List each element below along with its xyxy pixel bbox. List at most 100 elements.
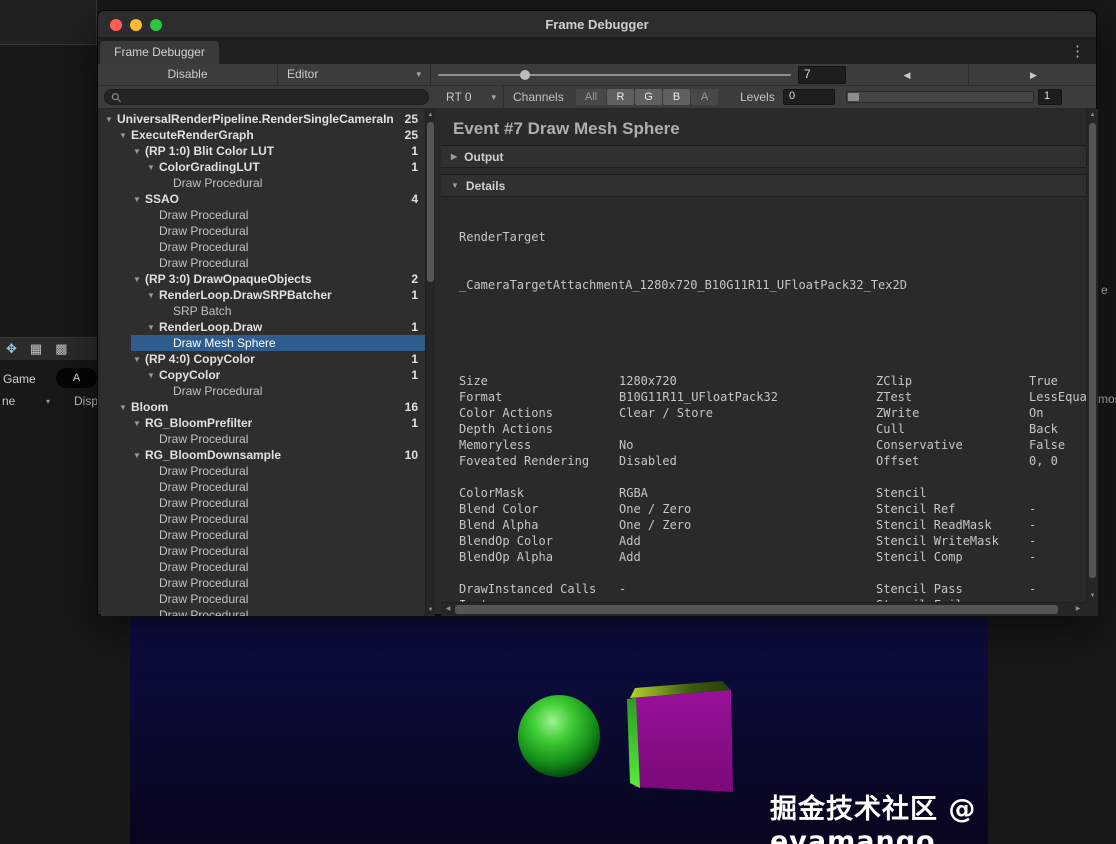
detail-label: Format: [459, 390, 503, 404]
foldout-arrow-icon[interactable]: ▼: [133, 355, 145, 364]
disable-button[interactable]: Disable: [98, 64, 278, 86]
foldout-arrow-icon[interactable]: ▼: [133, 419, 145, 428]
tab-frame-debugger[interactable]: Frame Debugger: [100, 41, 219, 64]
next-event-button[interactable]: ▶: [969, 64, 1098, 86]
foldout-arrow-icon[interactable]: ▼: [119, 131, 131, 140]
tree-row[interactable]: ▼ RenderLoop.DrawSRPBatcher 1: [101, 287, 425, 303]
tree-row[interactable]: Draw Procedural: [101, 607, 425, 616]
tree-scrollbar[interactable]: ▲ ▼: [425, 109, 435, 616]
previous-event-button[interactable]: ◀: [846, 64, 969, 86]
foldout-closed-icon[interactable]: ▶: [451, 152, 457, 161]
tree-row[interactable]: ▼ ExecuteRenderGraph 25: [101, 127, 425, 143]
tree-row[interactable]: ▼ SSAO 4: [101, 191, 425, 207]
tree-row[interactable]: Draw Procedural: [101, 255, 425, 271]
output-section-header[interactable]: ▶ Output: [441, 145, 1086, 168]
details-section-header[interactable]: ▼ Details: [441, 174, 1086, 197]
channel-button-all[interactable]: All: [576, 89, 606, 105]
tree-row[interactable]: SRP Batch: [101, 303, 425, 319]
details-scrollbar-thumb[interactable]: [1089, 123, 1096, 578]
channel-button-b[interactable]: B: [663, 89, 690, 105]
levels-min-field[interactable]: 0: [783, 89, 835, 105]
foldout-arrow-icon[interactable]: ▼: [133, 451, 145, 460]
foldout-arrow-icon[interactable]: ▼: [105, 115, 117, 124]
tree-row[interactable]: Draw Procedural: [101, 527, 425, 543]
tree-row[interactable]: ▼ UniversalRenderPipeline.RenderSingleCam…: [101, 111, 425, 127]
tree-row[interactable]: Draw Procedural: [101, 383, 425, 399]
tree-row[interactable]: ▼ CopyColor 1: [101, 367, 425, 383]
render-target-dropdown[interactable]: RT 0 ▾: [438, 86, 504, 109]
tree-row[interactable]: Draw Procedural: [101, 575, 425, 591]
watermark: 掘金技术社区 @ evamango: [770, 794, 977, 844]
foldout-arrow-icon[interactable]: ▼: [147, 163, 159, 172]
display-dropdown-fragment[interactable]: Disp: [74, 394, 98, 408]
tree-row[interactable]: Draw Procedural: [101, 495, 425, 511]
tilemap-tool-icon[interactable]: ▩: [55, 341, 67, 357]
kebab-menu-icon[interactable]: ⋮: [1070, 41, 1085, 62]
frame-number-field[interactable]: 7: [798, 66, 846, 84]
scrollbar-corner: [1086, 602, 1098, 616]
search-input[interactable]: [126, 91, 422, 103]
foldout-arrow-icon[interactable]: ▼: [133, 275, 145, 284]
details-grid: Size 1280x720 ZClip True Format B10G11R11_UFl…: [459, 373, 1086, 602]
foldout-arrow-icon[interactable]: ▼: [133, 195, 145, 204]
detail-label: Stencil Comp: [876, 550, 963, 564]
foldout-arrow-icon[interactable]: ▼: [147, 323, 159, 332]
details-horizontal-scrollbar[interactable]: ◀ ▶: [441, 602, 1086, 616]
titlebar[interactable]: Frame Debugger: [98, 11, 1096, 38]
grid-tool-icon[interactable]: ▦: [30, 341, 42, 357]
channel-button-r[interactable]: R: [607, 89, 634, 105]
aspect-badge[interactable]: A: [56, 368, 97, 388]
detail-label: BlendOp Alpha: [459, 550, 553, 564]
search-field[interactable]: [104, 89, 429, 105]
target-dropdown[interactable]: Editor ▾: [278, 64, 431, 86]
foldout-arrow-icon[interactable]: ▼: [133, 147, 145, 156]
detail-row: Color Actions Clear / Store ZWrite On: [459, 405, 1086, 421]
tree-row[interactable]: ▼ (RP 4:0) CopyColor 1: [101, 351, 425, 367]
levels-max-field[interactable]: 1: [1038, 89, 1062, 105]
tree-row[interactable]: Draw Procedural: [101, 559, 425, 575]
scroll-left-icon[interactable]: ◀: [442, 603, 454, 616]
frame-slider[interactable]: [438, 64, 795, 86]
tree-row[interactable]: ▼ Bloom 16: [101, 399, 425, 415]
channel-button-a[interactable]: A: [691, 89, 718, 105]
horizontal-scrollbar-thumb[interactable]: [455, 605, 1058, 614]
tree-row[interactable]: Draw Mesh Sphere: [101, 335, 425, 351]
tree-row-label: Draw Procedural: [159, 224, 249, 238]
foldout-arrow-icon[interactable]: ▼: [147, 291, 159, 300]
tree-row[interactable]: ▼ ColorGradingLUT 1: [101, 159, 425, 175]
tree-row[interactable]: ▼ RenderLoop.Draw 1: [101, 319, 425, 335]
tree-row[interactable]: Draw Procedural: [101, 511, 425, 527]
scroll-up-icon[interactable]: ▲: [1087, 110, 1098, 120]
tree-row[interactable]: Draw Procedural: [101, 207, 425, 223]
tree-row[interactable]: Draw Procedural: [101, 175, 425, 191]
tree-row[interactable]: Draw Procedural: [101, 239, 425, 255]
channel-button-g[interactable]: G: [635, 89, 662, 105]
details-scrollbar[interactable]: ▲ ▼: [1086, 109, 1098, 602]
scroll-down-icon[interactable]: ▼: [426, 605, 435, 615]
tree-row[interactable]: ▼ RG_BloomPrefilter 1: [101, 415, 425, 431]
foldout-arrow-icon[interactable]: ▼: [119, 403, 131, 412]
scroll-down-icon[interactable]: ▼: [1087, 591, 1098, 601]
move-tool-icon[interactable]: ✥: [6, 341, 17, 357]
tree-row[interactable]: Draw Procedural: [101, 543, 425, 559]
frame-slider-knob[interactable]: [520, 70, 530, 80]
game-tab[interactable]: Game: [3, 372, 36, 386]
foldout-arrow-icon[interactable]: ▼: [147, 371, 159, 380]
tree-row[interactable]: ▼ (RP 3:0) DrawOpaqueObjects 2: [101, 271, 425, 287]
tree-row[interactable]: ▼ (RP 1:0) Blit Color LUT 1: [101, 143, 425, 159]
tree-row[interactable]: Draw Procedural: [101, 431, 425, 447]
levels-slider[interactable]: [846, 91, 1034, 103]
tree-row[interactable]: Draw Procedural: [101, 591, 425, 607]
scene-tab-fragment[interactable]: ne: [2, 394, 15, 408]
tree-scrollbar-thumb[interactable]: [427, 122, 434, 282]
tree-row[interactable]: Draw Procedural: [101, 223, 425, 239]
scroll-right-icon[interactable]: ▶: [1072, 603, 1084, 616]
scroll-up-icon[interactable]: ▲: [426, 110, 435, 120]
frame-slider-track[interactable]: [438, 74, 791, 76]
tree-row[interactable]: Draw Procedural: [101, 463, 425, 479]
tree-row[interactable]: ▼ RG_BloomDownsample 10: [101, 447, 425, 463]
foldout-open-icon[interactable]: ▼: [451, 181, 459, 190]
tree-row[interactable]: Draw Procedural: [101, 479, 425, 495]
detail-label: ZTest: [876, 390, 913, 404]
levels-slider-handle[interactable]: [848, 93, 859, 101]
